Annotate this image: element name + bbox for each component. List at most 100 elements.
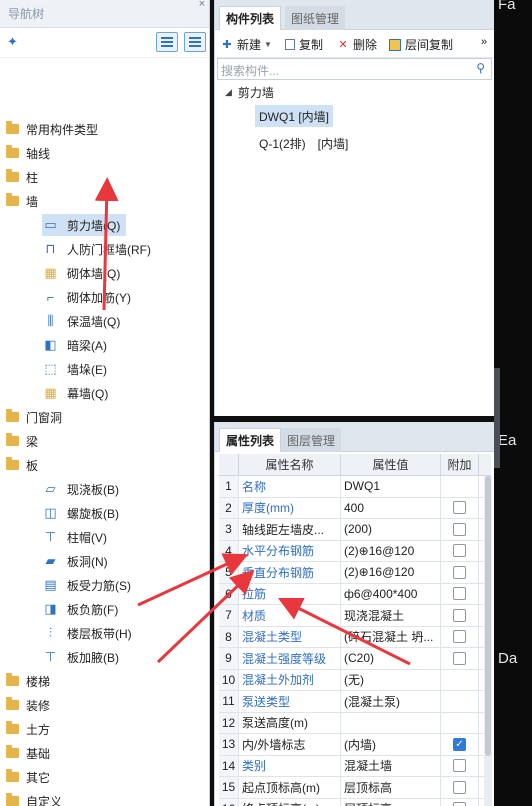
extra-checkbox[interactable] [453,802,466,806]
group-shear-wall[interactable]: ◢ 剪力墙 [225,84,274,101]
tree-item[interactable]: 楼梯 [6,670,50,692]
property-row[interactable]: 6 拉筋 ф6@400*400 [219,583,491,605]
property-row[interactable]: 14 类别 混凝土墙 [219,755,491,777]
tree-item[interactable]: ⊤ 柱帽(V) [42,526,107,548]
tree-item[interactable]: 梁 [6,430,38,452]
property-row[interactable]: 7 材质 现浇混凝土 [219,605,491,627]
extra-checkbox[interactable] [453,608,466,622]
tree-item[interactable]: 基础 [6,742,50,764]
tree-item[interactable]: 常用构件类型 [6,118,98,140]
tab-drawing-management[interactable]: 图纸管理 [285,6,346,30]
property-value[interactable]: 层顶标高 [341,777,441,798]
extra-checkbox[interactable] [453,522,466,536]
property-value[interactable]: (2)⊕16@120 [341,540,441,561]
component-list-item[interactable]: DWQ1 [内墙] [255,105,334,127]
floor-copy-button[interactable]: 层间复制 [389,36,453,53]
property-row[interactable]: 16终点顶标高(m)层顶标高 [219,798,491,806]
tree-item[interactable]: ◨ 板负筋(F) [42,598,118,620]
tree-item-label: 砌体加筋(Y) [67,290,131,305]
property-value[interactable] [341,712,441,733]
tree-item[interactable]: ⫼ 保温墙(Q) [42,310,121,332]
tree-item[interactable]: ▦ 幕墙(Q) [42,382,108,404]
property-row[interactable]: 15 起点顶标高(m) 层顶标高 [219,777,491,799]
tab-property-list[interactable]: 属性列表 [219,428,282,452]
tree-item[interactable]: ⊓ 人防门框墙(RF) [42,238,151,260]
extra-checkbox[interactable]: ✓ [453,737,466,751]
folder-icon [6,193,19,206]
tree-item[interactable]: ▭ 剪力墙(Q) [42,214,127,236]
search-icon[interactable]: ⚲ [476,61,485,75]
component-list-item[interactable]: Q-1(2排) [内墙] [255,132,352,154]
list-view-button[interactable] [156,32,178,52]
property-value[interactable]: (无) [341,669,441,690]
property-row[interactable]: 13 内/外墙标志 (内墙) ✓ [219,734,491,756]
copy-button[interactable]: 复制 [285,36,323,53]
insulation-wall-icon: ⫼ [47,313,54,328]
extra-checkbox[interactable] [453,651,466,665]
property-row[interactable]: 8 混凝土类型 (碎石混凝土 坍... [219,626,491,648]
property-value[interactable]: (内墙) [341,734,441,755]
tree-item[interactable]: ⫶ 楼层板带(H) [42,622,132,644]
tree-item[interactable]: ⬚ 墙垛(E) [42,358,107,380]
delete-button[interactable]: ✕ 删除 [337,36,377,53]
nav-close-icon[interactable]: × [199,0,205,10]
extra-checkbox[interactable] [453,630,466,644]
tree-item[interactable]: 自定义 [6,790,62,806]
extra-checkbox[interactable] [453,587,466,601]
property-row[interactable]: 11 泵送类型 (混凝土泵) [219,691,491,713]
tree-item[interactable]: ◧ 暗梁(A) [42,334,107,356]
component-search[interactable]: 搜索构件... ⚲ [217,58,492,80]
tab-layer-management[interactable]: 图层管理 [281,428,342,452]
more-tools-icon[interactable]: » [481,36,487,48]
extra-checkbox[interactable] [453,565,466,579]
grid-view-button[interactable] [184,32,206,52]
scrollbar-thumb[interactable] [485,476,491,756]
tree-item[interactable]: 装修 [6,694,50,716]
property-value[interactable]: ф6@400*400 [341,583,441,604]
property-scrollbar[interactable] [484,476,492,806]
tree-item[interactable]: 板 [6,454,38,476]
property-value[interactable]: (2)⊕16@120 [341,562,441,583]
tree-item[interactable]: 柱 [6,166,38,188]
property-value[interactable]: 400 [341,497,441,518]
search-input[interactable]: 搜索构件... [221,62,279,79]
property-value[interactable]: (碎石混凝土 坍... [341,626,441,647]
new-button[interactable]: ✚ 新建 ▼ [221,36,272,53]
auto-arrange-icon[interactable]: ✦ [7,34,18,50]
tree-item[interactable]: 土方 [6,718,50,740]
extra-checkbox[interactable] [453,780,466,794]
property-row[interactable]: 4 水平分布钢筋 (2)⊕16@120 [219,540,491,562]
tree-item[interactable]: ▱ 现浇板(B) [42,478,120,500]
chevron-down-icon[interactable]: ▼ [264,40,272,49]
tree-item[interactable]: ▦ 砌体墙(Q) [42,262,120,284]
property-row[interactable]: 9 混凝土强度等级 (C20) [219,648,491,670]
collapse-triangle-icon[interactable]: ◢ [225,87,232,98]
property-value[interactable]: 层顶标高 [341,798,441,806]
tree-item[interactable]: 门窗洞 [6,406,62,428]
tree-item[interactable]: ▰ 板洞(N) [42,550,108,572]
tree-item[interactable]: ⌐ 砌体加筋(Y) [42,286,131,308]
property-row[interactable]: 5 垂直分布钢筋 (2)⊕16@120 [219,562,491,584]
extra-checkbox[interactable] [453,544,466,558]
property-value[interactable]: 现浇混凝土 [341,605,441,626]
tree-item[interactable]: ◫ 螺旋板(B) [42,502,119,524]
extra-checkbox[interactable] [453,501,466,515]
property-value[interactable]: (混凝土泵) [341,691,441,712]
tree-item[interactable]: 轴线 [6,142,50,164]
property-value[interactable]: 混凝土墙 [341,755,441,776]
property-value[interactable]: (C20) [341,648,441,669]
tree-item[interactable]: ▤ 板受力筋(S) [42,574,131,596]
extra-checkbox[interactable] [453,759,466,773]
tab-component-list[interactable]: 构件列表 [219,6,282,30]
tree-item-label: 墙 [26,194,39,209]
tree-item[interactable]: ⊤ 板加腋(B) [42,646,119,668]
tree-item[interactable]: 墙 [6,190,38,212]
tree-item[interactable]: 其它 [6,766,50,788]
property-row[interactable]: 2 厚度(mm) 400 [219,497,491,519]
property-row[interactable]: 1 名称 DWQ1 [219,476,491,498]
property-row[interactable]: 10 混凝土外加剂 (无) [219,669,491,691]
property-row[interactable]: 3 轴线距左墙皮... (200) [219,519,491,541]
property-value[interactable]: DWQ1 [341,476,441,497]
property-value[interactable]: (200) [341,519,441,540]
property-row[interactable]: 12 泵送高度(m) [219,712,491,734]
